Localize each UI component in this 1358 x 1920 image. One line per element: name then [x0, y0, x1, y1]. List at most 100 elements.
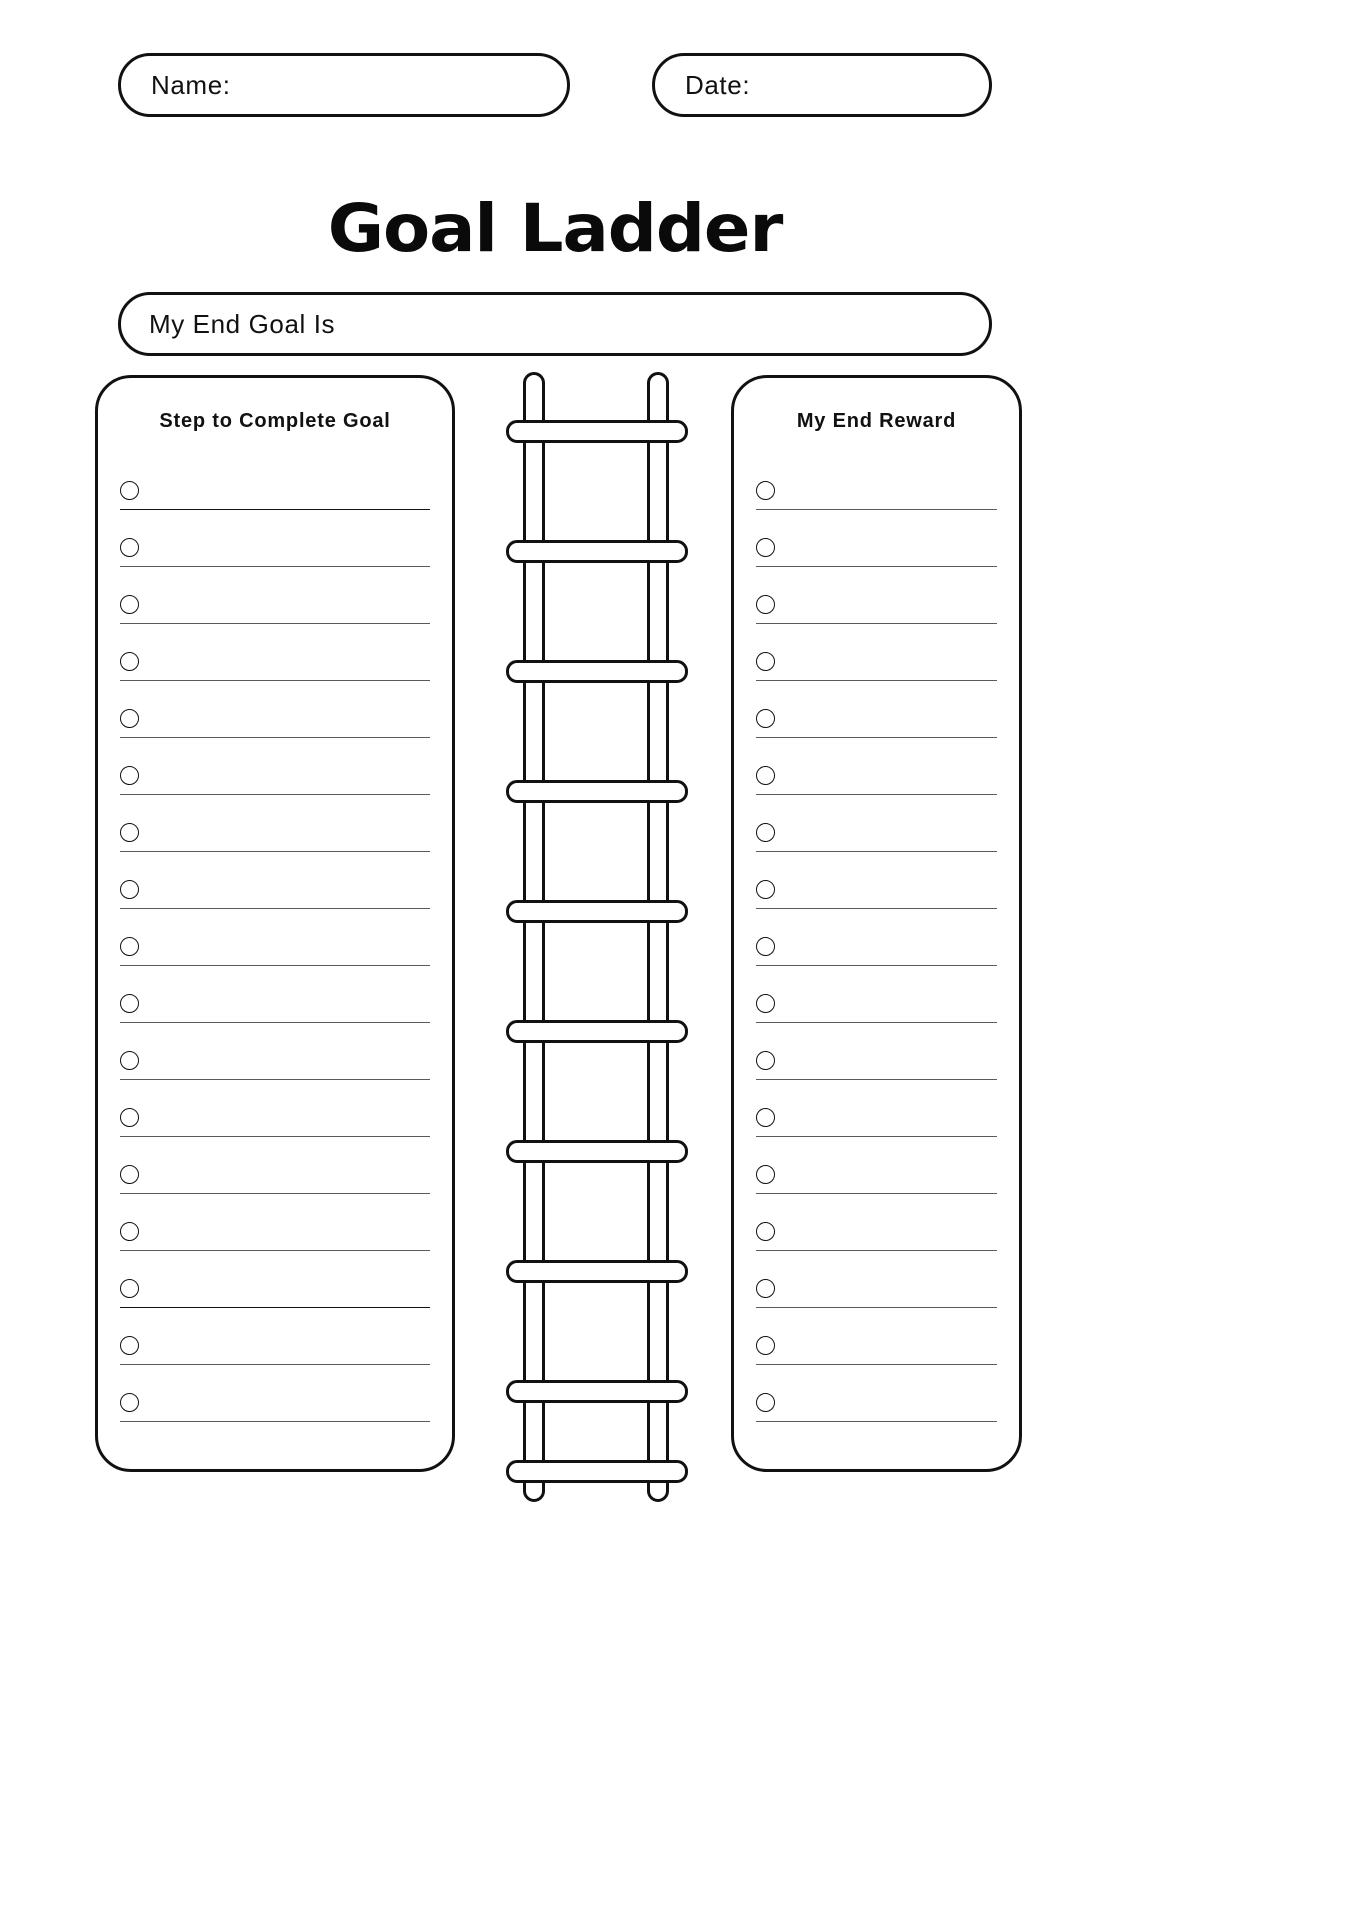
reward-write-line[interactable] — [756, 509, 997, 510]
step-row[interactable] — [98, 870, 452, 927]
reward-row[interactable] — [734, 1326, 1019, 1383]
step-row[interactable] — [98, 1155, 452, 1212]
reward-write-line[interactable] — [756, 1364, 997, 1365]
step-write-line[interactable] — [120, 566, 430, 567]
step-write-line[interactable] — [120, 1022, 430, 1023]
reward-write-line[interactable] — [756, 794, 997, 795]
step-row[interactable] — [98, 1041, 452, 1098]
checkbox-circle-icon[interactable] — [120, 481, 139, 500]
step-write-line[interactable] — [120, 1079, 430, 1080]
checkbox-circle-icon[interactable] — [120, 823, 139, 842]
checkbox-circle-icon[interactable] — [756, 1165, 775, 1184]
checkbox-circle-icon[interactable] — [756, 1222, 775, 1241]
reward-row[interactable] — [734, 1098, 1019, 1155]
checkbox-circle-icon[interactable] — [756, 937, 775, 956]
step-row[interactable] — [98, 528, 452, 585]
reward-row[interactable] — [734, 471, 1019, 528]
reward-row[interactable] — [734, 927, 1019, 984]
reward-write-line[interactable] — [756, 851, 997, 852]
step-row[interactable] — [98, 642, 452, 699]
step-write-line[interactable] — [120, 737, 430, 738]
step-write-line[interactable] — [120, 680, 430, 681]
checkbox-circle-icon[interactable] — [756, 709, 775, 728]
step-row[interactable] — [98, 984, 452, 1041]
reward-row[interactable] — [734, 1269, 1019, 1326]
checkbox-circle-icon[interactable] — [756, 1279, 775, 1298]
reward-row[interactable] — [734, 1041, 1019, 1098]
checkbox-circle-icon[interactable] — [756, 538, 775, 557]
step-row[interactable] — [98, 1326, 452, 1383]
checkbox-circle-icon[interactable] — [756, 1051, 775, 1070]
reward-row[interactable] — [734, 528, 1019, 585]
reward-row[interactable] — [734, 1155, 1019, 1212]
reward-write-line[interactable] — [756, 1193, 997, 1194]
step-row[interactable] — [98, 927, 452, 984]
reward-row[interactable] — [734, 984, 1019, 1041]
step-row[interactable] — [98, 1098, 452, 1155]
checkbox-circle-icon[interactable] — [120, 1279, 139, 1298]
reward-write-line[interactable] — [756, 908, 997, 909]
checkbox-circle-icon[interactable] — [120, 1393, 139, 1412]
reward-row[interactable] — [734, 1383, 1019, 1440]
step-row[interactable] — [98, 1269, 452, 1326]
reward-row[interactable] — [734, 870, 1019, 927]
checkbox-circle-icon[interactable] — [120, 880, 139, 899]
step-row[interactable] — [98, 1383, 452, 1440]
checkbox-circle-icon[interactable] — [756, 823, 775, 842]
reward-row[interactable] — [734, 642, 1019, 699]
checkbox-circle-icon[interactable] — [120, 1108, 139, 1127]
step-write-line[interactable] — [120, 794, 430, 795]
checkbox-circle-icon[interactable] — [756, 766, 775, 785]
checkbox-circle-icon[interactable] — [120, 652, 139, 671]
reward-row[interactable] — [734, 699, 1019, 756]
checkbox-circle-icon[interactable] — [756, 1393, 775, 1412]
checkbox-circle-icon[interactable] — [120, 937, 139, 956]
reward-write-line[interactable] — [756, 1250, 997, 1251]
end-goal-field[interactable]: My End Goal Is — [118, 292, 992, 356]
checkbox-circle-icon[interactable] — [756, 1108, 775, 1127]
reward-write-line[interactable] — [756, 623, 997, 624]
checkbox-circle-icon[interactable] — [756, 1336, 775, 1355]
name-field[interactable]: Name: — [118, 53, 570, 117]
step-row[interactable] — [98, 813, 452, 870]
step-row[interactable] — [98, 471, 452, 528]
step-write-line[interactable] — [120, 1193, 430, 1194]
reward-write-line[interactable] — [756, 566, 997, 567]
reward-write-line[interactable] — [756, 1022, 997, 1023]
reward-write-line[interactable] — [756, 680, 997, 681]
checkbox-circle-icon[interactable] — [756, 595, 775, 614]
step-write-line[interactable] — [120, 509, 430, 510]
reward-row[interactable] — [734, 585, 1019, 642]
checkbox-circle-icon[interactable] — [756, 652, 775, 671]
reward-write-line[interactable] — [756, 737, 997, 738]
reward-write-line[interactable] — [756, 1421, 997, 1422]
step-write-line[interactable] — [120, 965, 430, 966]
step-row[interactable] — [98, 1212, 452, 1269]
checkbox-circle-icon[interactable] — [756, 994, 775, 1013]
step-row[interactable] — [98, 756, 452, 813]
step-write-line[interactable] — [120, 1364, 430, 1365]
reward-write-line[interactable] — [756, 1079, 997, 1080]
checkbox-circle-icon[interactable] — [120, 994, 139, 1013]
checkbox-circle-icon[interactable] — [756, 880, 775, 899]
checkbox-circle-icon[interactable] — [120, 595, 139, 614]
step-write-line[interactable] — [120, 1136, 430, 1137]
step-write-line[interactable] — [120, 1421, 430, 1422]
date-field[interactable]: Date: — [652, 53, 992, 117]
reward-row[interactable] — [734, 756, 1019, 813]
step-write-line[interactable] — [120, 908, 430, 909]
checkbox-circle-icon[interactable] — [120, 1051, 139, 1070]
checkbox-circle-icon[interactable] — [120, 1336, 139, 1355]
checkbox-circle-icon[interactable] — [120, 766, 139, 785]
checkbox-circle-icon[interactable] — [120, 1222, 139, 1241]
step-row[interactable] — [98, 585, 452, 642]
step-write-line[interactable] — [120, 1307, 430, 1308]
step-row[interactable] — [98, 699, 452, 756]
reward-write-line[interactable] — [756, 1307, 997, 1308]
reward-row[interactable] — [734, 813, 1019, 870]
step-write-line[interactable] — [120, 1250, 430, 1251]
step-write-line[interactable] — [120, 623, 430, 624]
step-write-line[interactable] — [120, 851, 430, 852]
checkbox-circle-icon[interactable] — [120, 709, 139, 728]
checkbox-circle-icon[interactable] — [120, 1165, 139, 1184]
